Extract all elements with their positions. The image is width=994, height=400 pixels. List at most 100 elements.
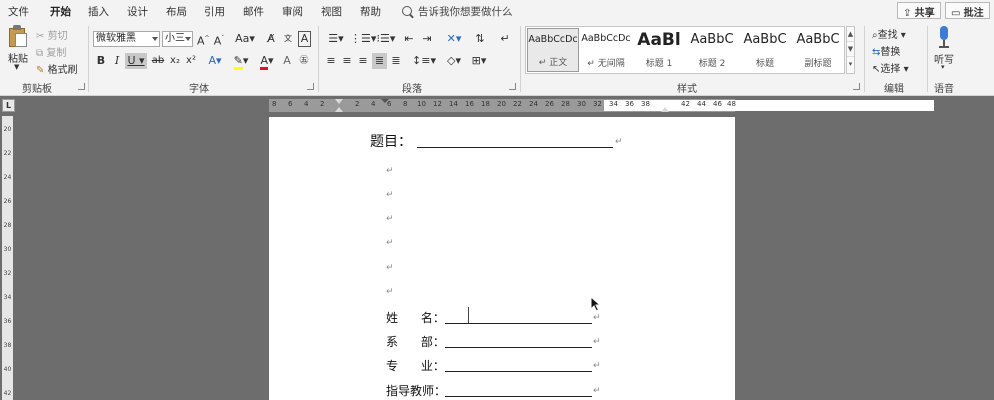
- tab-help[interactable]: 帮助: [360, 4, 381, 19]
- right-indent-marker[interactable]: [661, 107, 669, 112]
- align-left-button[interactable]: ≡: [325, 53, 337, 69]
- bold-button[interactable]: B: [96, 53, 106, 69]
- style-heading-1[interactable]: AaBl 标题 1: [633, 28, 685, 72]
- increase-indent-button[interactable]: ⇥: [420, 31, 434, 47]
- department-field-label: 系 部：: [386, 335, 445, 349]
- vertical-ruler[interactable]: 20 22 24 26 28 30 32 34 36 38 40 42: [2, 116, 13, 400]
- distributed-button[interactable]: ≣: [390, 53, 402, 69]
- text-effects-button[interactable]: A▾: [205, 53, 225, 69]
- tab-review[interactable]: 审阅: [282, 4, 303, 19]
- multilevel-list-button[interactable]: ⁝☰▾: [375, 31, 397, 47]
- enclose-icon: ㊄: [299, 56, 309, 66]
- group-label-paragraph: 段落: [402, 84, 422, 95]
- font-size-combo[interactable]: 小三: [162, 31, 193, 47]
- find-button[interactable]: ⌕查找 ▾: [872, 26, 906, 41]
- gallery-scrollbar[interactable]: ▲ ▼ ▾: [846, 26, 855, 74]
- style-name: ↵ 无间隔: [587, 59, 625, 69]
- share-button[interactable]: ⇪ 共享: [897, 2, 941, 19]
- first-line-indent-marker[interactable]: [335, 99, 343, 104]
- italic-button[interactable]: I: [112, 53, 122, 69]
- clear-formatting-button[interactable]: A̸: [264, 31, 278, 47]
- line-spacing-button[interactable]: ↕≡▾: [412, 53, 436, 69]
- chevron-up-icon[interactable]: ▲: [847, 27, 854, 42]
- tab-layout[interactable]: 布局: [166, 4, 187, 19]
- select-button[interactable]: ↖选择 ▾: [872, 60, 909, 75]
- chevron-down-icon[interactable]: ▼: [847, 42, 854, 57]
- superscript-button[interactable]: x²: [185, 53, 197, 69]
- separator: [927, 26, 928, 92]
- text-cursor: [468, 307, 469, 323]
- horizontal-ruler[interactable]: 8 6 4 2 2 4 6 8 10 12 14 16 18 20 22 24 …: [269, 99, 934, 112]
- cut-label: 剪切: [47, 31, 68, 42]
- change-case-button[interactable]: Aa▾: [233, 31, 257, 47]
- style-no-spacing[interactable]: AaBbCcDc ↵ 无间隔: [580, 28, 632, 72]
- highlight-button[interactable]: ✎▾: [230, 53, 252, 70]
- tab-view[interactable]: 视图: [321, 4, 342, 19]
- bullets-button[interactable]: ☰▾: [325, 31, 347, 47]
- enclose-characters-button[interactable]: ㊄: [297, 53, 311, 69]
- font-name-combo[interactable]: 微软雅黑: [93, 31, 160, 47]
- style-heading-2[interactable]: AaBbC 标题 2: [686, 28, 738, 72]
- tell-me-search[interactable]: 告诉我你想要做什么: [402, 4, 513, 19]
- font-launcher-icon[interactable]: [307, 83, 314, 90]
- title-underline[interactable]: [417, 147, 613, 148]
- microphone-icon[interactable]: [938, 26, 950, 48]
- tab-references[interactable]: 引用: [204, 4, 225, 19]
- gallery-more-icon[interactable]: ▾: [847, 57, 854, 72]
- replace-button[interactable]: ⇆替换: [872, 43, 900, 58]
- comments-button[interactable]: ▭ 批注: [945, 2, 990, 19]
- style-subtitle[interactable]: AaBbC 副标题: [792, 28, 844, 72]
- clipboard-launcher-icon[interactable]: [78, 83, 85, 90]
- tab-home[interactable]: 开始: [48, 4, 73, 24]
- tab-file[interactable]: 文件: [8, 4, 29, 19]
- vruler-tick: 24: [3, 174, 12, 181]
- show-marks-button[interactable]: ↵: [498, 31, 512, 47]
- style-normal[interactable]: AaBbCcDc ↵ 正文: [527, 28, 579, 72]
- document-page[interactable]: 题目： ↵ ↵ ↵ ↵ ↵ ↵ ↵ 姓 名： ↵ 系 部： ↵ 专 业： ↵ 指…: [269, 117, 735, 400]
- highlighter-icon: ✎: [233, 54, 243, 70]
- align-right-button[interactable]: ≡: [357, 53, 369, 69]
- tab-mailings[interactable]: 邮件: [243, 4, 264, 19]
- style-title[interactable]: AaBbC 标题: [739, 28, 791, 72]
- tab-stop-marker[interactable]: [381, 99, 389, 103]
- tab-insert[interactable]: 插入: [88, 4, 109, 19]
- shading-button[interactable]: ◇▾: [443, 53, 465, 69]
- department-field-line[interactable]: [445, 347, 592, 348]
- tab-selector[interactable]: L: [2, 99, 15, 112]
- grow-font-button[interactable]: A^: [197, 31, 210, 48]
- align-center-button[interactable]: ≡: [341, 53, 353, 69]
- brush-icon: ✎: [36, 65, 45, 76]
- format-painter-button[interactable]: ✎ 格式刷: [36, 61, 78, 76]
- justify-button[interactable]: ≣: [372, 53, 387, 69]
- ruler-tick: 14: [449, 100, 458, 108]
- name-field-label: 姓 名：: [386, 311, 445, 325]
- left-indent-marker[interactable]: [335, 107, 343, 112]
- phonetic-guide-button[interactable]: 文: [281, 31, 295, 47]
- dictate-dropdown-icon[interactable]: ▾: [941, 63, 945, 71]
- paragraph-launcher-icon[interactable]: [509, 83, 516, 90]
- character-shading-button[interactable]: A: [281, 53, 293, 69]
- subscript-button[interactable]: x₂: [169, 53, 181, 69]
- numbering-button[interactable]: ⋮☰▾: [350, 31, 376, 47]
- major-field-line[interactable]: [445, 371, 592, 372]
- chevron-down-icon: [185, 37, 191, 41]
- ruler-tick: 4: [304, 100, 309, 108]
- decrease-indent-button[interactable]: ⇤: [402, 31, 416, 47]
- name-field-line[interactable]: [445, 323, 592, 324]
- font-color-button[interactable]: A▾: [256, 53, 278, 70]
- tab-design[interactable]: 设计: [127, 4, 148, 19]
- chinese-layout-button[interactable]: ✕▾: [443, 31, 465, 47]
- styles-launcher-icon[interactable]: [853, 83, 860, 90]
- sort-button[interactable]: ⇅: [473, 31, 487, 47]
- borders-button[interactable]: ⊞▾: [468, 53, 490, 69]
- vruler-tick: 28: [3, 222, 12, 229]
- advisor-field-line[interactable]: [445, 396, 592, 397]
- paste-icon[interactable]: [9, 25, 27, 47]
- strikethrough-button[interactable]: ab: [151, 53, 165, 69]
- underline-button[interactable]: U ▾: [125, 53, 147, 69]
- cut-button[interactable]: ✂ 剪切: [36, 27, 68, 42]
- copy-button[interactable]: ⧉ 复制: [36, 44, 66, 59]
- paste-dropdown-icon[interactable]: ▼: [14, 63, 19, 71]
- shrink-font-button[interactable]: Aˇ: [213, 31, 225, 48]
- character-border-button[interactable]: A: [298, 31, 311, 47]
